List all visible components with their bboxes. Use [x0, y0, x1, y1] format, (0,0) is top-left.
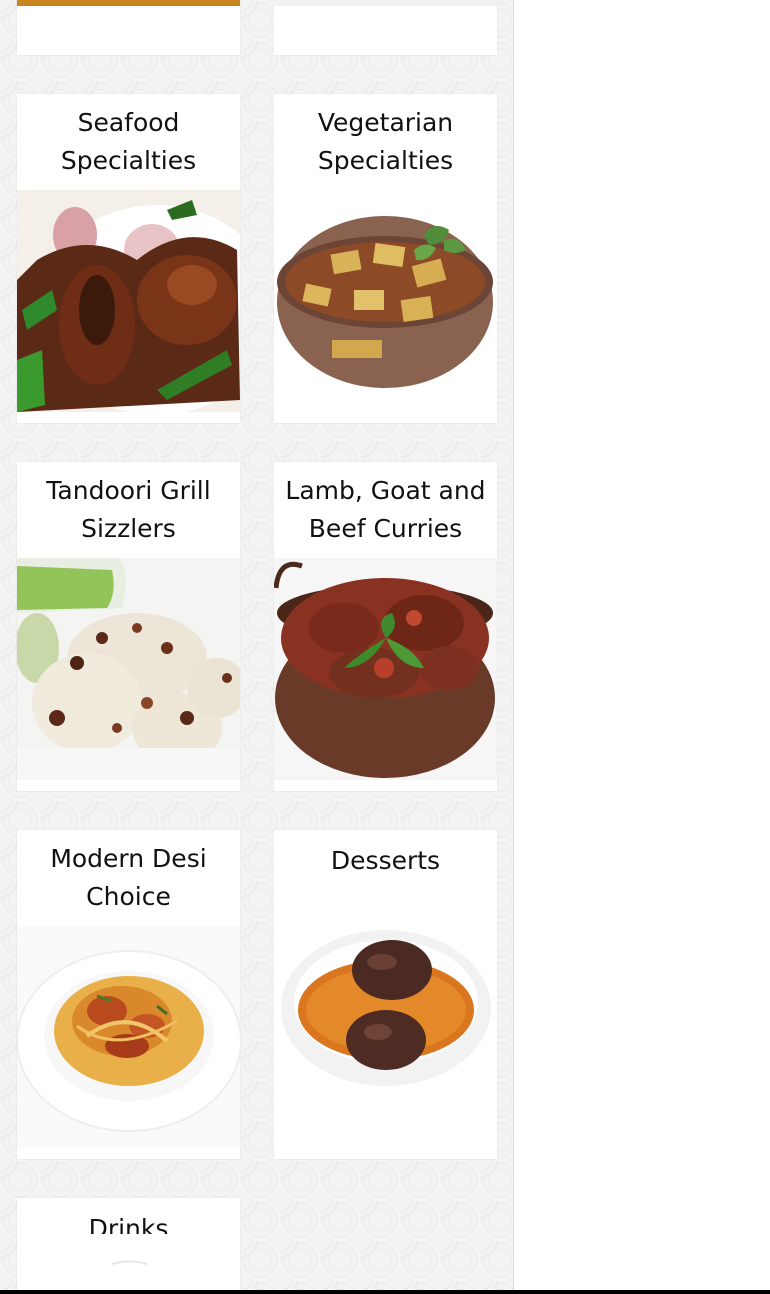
category-card-seafood[interactable]: Seafood Specialties [17, 94, 240, 423]
tandoori-chicken-image [17, 558, 240, 780]
menu-categories-panel: Seafood Specialties Vegetarian Specialti… [0, 0, 514, 1290]
category-card-desserts[interactable]: Desserts [274, 830, 497, 1159]
category-card-modern-desi[interactable]: Modern Desi Choice [17, 830, 240, 1159]
partial-food-image [17, 0, 240, 6]
category-card-lamb-curries[interactable]: Lamb, Goat and Beef Curries [274, 462, 497, 791]
gulab-jamun-image [274, 890, 497, 1112]
seafood-dish-image [17, 190, 240, 412]
category-title: Seafood Specialties [60, 108, 197, 175]
category-card-drinks[interactable]: Drinks [17, 1198, 240, 1290]
lamb-curry-image [274, 558, 497, 780]
category-card-vegetarian[interactable]: Vegetarian Specialties [274, 94, 497, 423]
category-title: Tandoori Grill Sizzlers [46, 476, 211, 543]
category-title: Vegetarian Specialties [317, 108, 454, 175]
category-card-partial-left[interactable] [17, 0, 240, 55]
category-card-partial-right[interactable] [274, 0, 497, 55]
pasta-dish-image [17, 926, 240, 1148]
category-card-tandoori[interactable]: Tandoori Grill Sizzlers [17, 462, 240, 791]
partial-food-image [274, 0, 497, 6]
screen-bottom-bar [0, 1290, 770, 1294]
paneer-curry-image [274, 190, 497, 412]
drinks-image [17, 1234, 240, 1274]
category-title: Modern Desi Choice [50, 844, 207, 911]
category-title: Lamb, Goat and Beef Curries [285, 476, 486, 543]
